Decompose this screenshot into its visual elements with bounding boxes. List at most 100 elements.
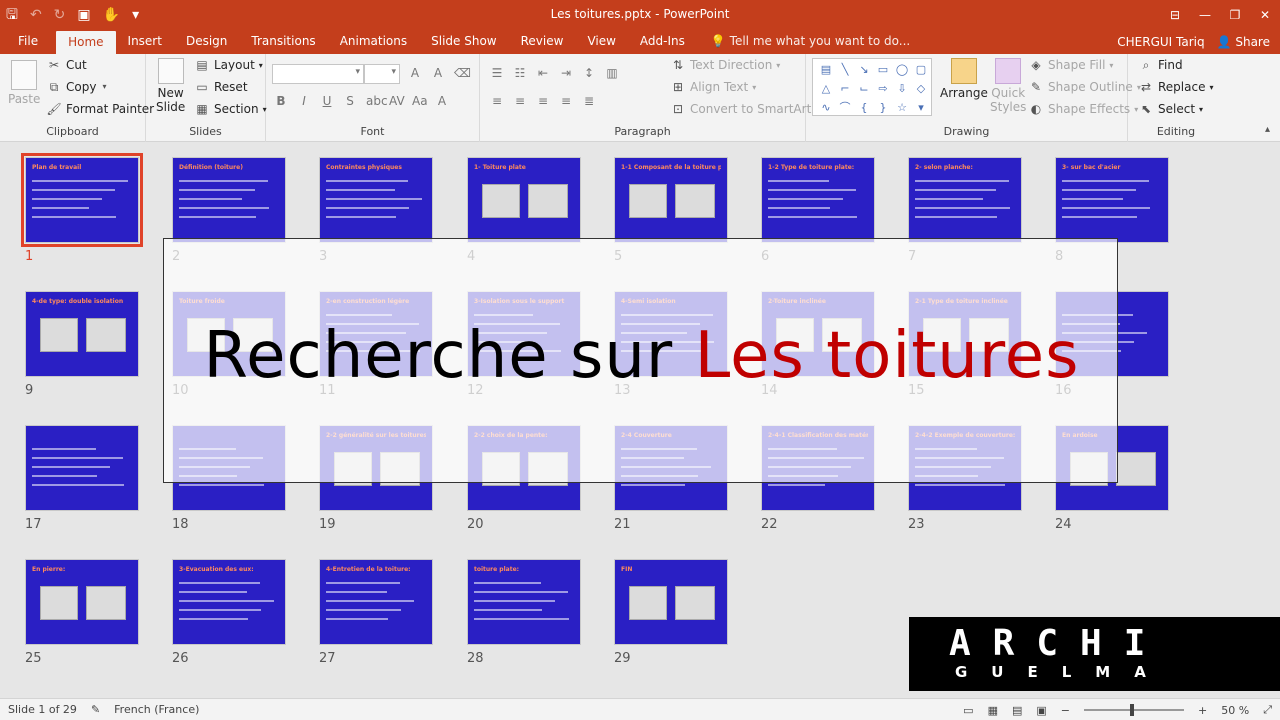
- shapes-gallery[interactable]: ▤ ╲ ↘ ▭ ◯ ▢ △ ⌐ ⌙ ⇨ ⇩ ◇ ∿ ⌒ { } ☆ ▾: [812, 58, 932, 116]
- spacing-icon[interactable]: AV: [389, 94, 405, 108]
- slide-sorter-view-icon[interactable]: ▦: [988, 704, 998, 717]
- slide-thumbnail[interactable]: 17: [25, 425, 139, 532]
- font-size-combo[interactable]: [364, 64, 400, 84]
- arrange-button[interactable]: Arrange: [940, 58, 988, 100]
- shadow-icon[interactable]: abc: [366, 94, 388, 108]
- zoom-slider[interactable]: [1084, 704, 1185, 716]
- new-slide-button[interactable]: New Slide: [156, 58, 185, 114]
- line-shape-icon[interactable]: ╲: [836, 61, 854, 79]
- slideshow-view-icon[interactable]: ▣: [1036, 704, 1046, 717]
- slide-preview[interactable]: 4-Entretien de la toiture:: [319, 559, 433, 645]
- slide-thumbnail[interactable]: 3-Évacuation des eux: 26: [172, 559, 286, 666]
- slide-preview[interactable]: 1-1 Composant de la toiture plate:: [614, 157, 728, 243]
- columns-icon[interactable]: ▥: [605, 66, 619, 80]
- shape-effects-button[interactable]: ◐ Shape Effects ▾: [1028, 102, 1138, 116]
- copy-button[interactable]: ⧉ Copy ▾: [46, 80, 108, 94]
- italic-icon[interactable]: I: [297, 94, 311, 108]
- slide-counter[interactable]: Slide 1 of 29: [8, 703, 77, 716]
- tell-me-box[interactable]: 💡 Tell me what you want to do...: [697, 30, 910, 54]
- proofing-icon[interactable]: ✎: [91, 703, 100, 716]
- tab-view[interactable]: View: [575, 30, 627, 54]
- bullets-icon[interactable]: ☰: [490, 66, 504, 80]
- elbow-shape-icon[interactable]: ⌙: [855, 80, 873, 98]
- zoom-out-icon[interactable]: −: [1061, 704, 1070, 717]
- cut-button[interactable]: ✂ Cut: [46, 58, 87, 72]
- bold-icon[interactable]: B: [274, 94, 288, 108]
- slide-preview[interactable]: 1-2 Type de toiture plate:: [761, 157, 875, 243]
- slide-thumbnail[interactable]: En pierre: 25: [25, 559, 139, 666]
- oval-shape-icon[interactable]: ◯: [893, 61, 911, 79]
- tab-home[interactable]: Home: [56, 31, 116, 54]
- slide-preview[interactable]: toiture plate:: [467, 559, 581, 645]
- text-direction-button[interactable]: ⇅ Text Direction ▾: [670, 58, 780, 72]
- slide-preview[interactable]: Plan de travail: [21, 153, 143, 247]
- down-arrow-shape-icon[interactable]: ⇩: [893, 80, 911, 98]
- layout-button[interactable]: ▤ Layout ▾: [194, 58, 262, 72]
- slide-thumbnail[interactable]: Plan de travail 1: [21, 153, 143, 264]
- restore-icon[interactable]: ❐: [1220, 0, 1250, 30]
- ribbon-display-icon[interactable]: ⊟: [1160, 0, 1190, 30]
- slide-thumbnail[interactable]: 4-Entretien de la toiture: 27: [319, 559, 433, 666]
- arrow-shape-icon[interactable]: ↘: [855, 61, 873, 79]
- tab-slide-show[interactable]: Slide Show: [419, 30, 508, 54]
- align-center-icon[interactable]: ≡: [513, 94, 527, 108]
- convert-smartart-button[interactable]: ⊡Convert to SmartArt▾: [670, 102, 819, 116]
- slide-preview[interactable]: En pierre:: [25, 559, 139, 645]
- decrease-indent-icon[interactable]: ⇤: [536, 66, 550, 80]
- user-name[interactable]: CHERGUI Tariq: [1117, 35, 1204, 49]
- connector-shape-icon[interactable]: ⌐: [836, 80, 854, 98]
- curve-shape-icon[interactable]: ∿: [817, 99, 835, 117]
- rectangle-shape-icon[interactable]: ▭: [874, 61, 892, 79]
- numbering-icon[interactable]: ☷: [513, 66, 527, 80]
- format-painter-button[interactable]: 🖌 Format Painter: [46, 102, 154, 116]
- quick-styles-button[interactable]: Quick Styles: [990, 58, 1026, 114]
- underline-icon[interactable]: U: [320, 94, 334, 108]
- slide-thumbnail[interactable]: 4-de type: double isolation 9: [25, 291, 139, 398]
- change-case-icon[interactable]: Aa: [412, 94, 428, 108]
- clear-format-icon[interactable]: ⌫: [454, 66, 471, 80]
- textbox-shape-icon[interactable]: ▤: [817, 61, 835, 79]
- slide-preview[interactable]: 3-Évacuation des eux:: [172, 559, 286, 645]
- slide-preview[interactable]: 4-de type: double isolation: [25, 291, 139, 377]
- share-button[interactable]: 👤 Share: [1217, 35, 1270, 49]
- collapse-ribbon-icon[interactable]: ▴: [1265, 124, 1270, 135]
- slide-thumbnail[interactable]: toiture plate: 28: [467, 559, 581, 666]
- shape-fill-button[interactable]: ◈ Shape Fill ▾: [1028, 58, 1113, 72]
- fit-to-window-icon[interactable]: ⤢: [1263, 703, 1272, 717]
- brace-right-shape-icon[interactable]: }: [874, 99, 892, 117]
- arc-shape-icon[interactable]: ⌒: [836, 99, 854, 117]
- brace-left-shape-icon[interactable]: {: [855, 99, 873, 117]
- normal-view-icon[interactable]: ▭: [963, 704, 973, 717]
- slide-preview[interactable]: 3- sur bac d'acier: [1055, 157, 1169, 243]
- slide-preview[interactable]: Contraintes physiques: [319, 157, 433, 243]
- close-icon[interactable]: ✕: [1250, 0, 1280, 30]
- find-button[interactable]: ⌕ Find: [1138, 58, 1183, 72]
- font-name-combo[interactable]: [272, 64, 364, 84]
- star-shape-icon[interactable]: ☆: [893, 99, 911, 117]
- section-button[interactable]: ▦ Section ▾: [194, 102, 266, 116]
- select-button[interactable]: ⬉ Select ▾: [1138, 102, 1203, 116]
- slide-preview[interactable]: 1- Toiture plate: [467, 157, 581, 243]
- slide-thumbnail[interactable]: FIN 29: [614, 559, 728, 666]
- right-arrow-shape-icon[interactable]: ⇨: [874, 80, 892, 98]
- reading-view-icon[interactable]: ▤: [1012, 704, 1022, 717]
- rounded-rect-shape-icon[interactable]: ▢: [912, 61, 930, 79]
- minimize-icon[interactable]: —: [1190, 0, 1220, 30]
- slide-preview[interactable]: 2- selon planche:: [908, 157, 1022, 243]
- slide-preview[interactable]: FIN: [614, 559, 728, 645]
- language-indicator[interactable]: French (France): [114, 703, 199, 716]
- diamond-shape-icon[interactable]: ◇: [912, 80, 930, 98]
- triangle-shape-icon[interactable]: △: [817, 80, 835, 98]
- zoom-level[interactable]: 50 %: [1221, 704, 1249, 717]
- zoom-in-icon[interactable]: +: [1198, 704, 1207, 717]
- reset-button[interactable]: ▭ Reset: [194, 80, 247, 94]
- align-right-icon[interactable]: ≡: [536, 94, 550, 108]
- tab-file[interactable]: File: [0, 30, 56, 54]
- strikethrough-icon[interactable]: S: [343, 94, 357, 108]
- slide-preview[interactable]: [25, 425, 139, 511]
- align-text-button[interactable]: ⊞ Align Text ▾: [670, 80, 756, 94]
- tab-review[interactable]: Review: [509, 30, 576, 54]
- tab-insert[interactable]: Insert: [116, 30, 174, 54]
- tab-transitions[interactable]: Transitions: [239, 30, 327, 54]
- replace-button[interactable]: ⇄ Replace ▾: [1138, 80, 1214, 94]
